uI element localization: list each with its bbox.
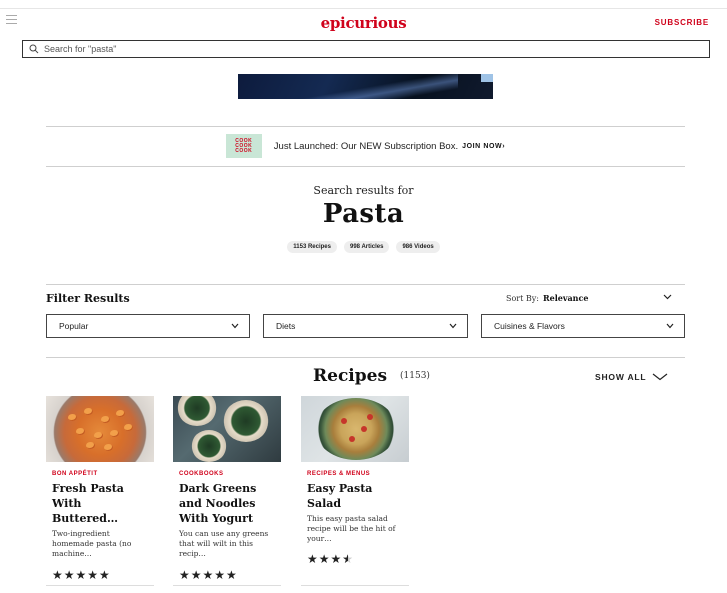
recipe-card[interactable]: COOKBOOKS Dark Greens and Noodles With Y… xyxy=(173,396,281,586)
search-icon xyxy=(29,44,39,54)
chevron-down-icon xyxy=(666,323,674,329)
rating-stars: ★★★★ xyxy=(307,552,354,566)
recipe-source[interactable]: BON APPÉTIT xyxy=(46,471,154,477)
chevron-down-icon xyxy=(449,323,457,329)
half-star-icon: ★ xyxy=(342,552,354,566)
divider xyxy=(301,585,409,586)
popular-dropdown[interactable]: Popular xyxy=(46,314,250,338)
recipe-source[interactable]: COOKBOOKS xyxy=(173,471,281,477)
divider xyxy=(46,166,685,167)
chevron-down-icon[interactable] xyxy=(663,294,672,300)
show-all-button[interactable]: SHOW ALL xyxy=(595,372,668,382)
videos-count-pill[interactable]: 986 Videos xyxy=(396,241,440,253)
recipe-description: You can use any greens that will wilt in… xyxy=(179,529,269,558)
ad-choices-icon[interactable] xyxy=(481,74,493,82)
recipe-title[interactable]: Fresh Pasta With Buttered… xyxy=(46,481,150,526)
sort-by[interactable]: Sort By: Relevance xyxy=(506,293,588,303)
top-bar: epicurious SUBSCRIBE xyxy=(0,8,727,36)
cook-box-logo: COOK COOK COOK xyxy=(225,134,262,158)
divider xyxy=(46,357,685,358)
recipe-card[interactable]: RECIPES & MENUS Easy Pasta Salad This ea… xyxy=(301,396,409,586)
rating-stars: ★★★★★ xyxy=(179,568,238,582)
recipes-count-pill[interactable]: 1153 Recipes xyxy=(287,241,337,253)
search-input[interactable] xyxy=(44,44,709,54)
cuisines-dropdown[interactable]: Cuisines & Flavors xyxy=(481,314,685,338)
sort-value: Relevance xyxy=(542,293,589,303)
recipe-description: This easy pasta salad recipe will be the… xyxy=(307,514,396,543)
ad-graphic xyxy=(298,74,458,99)
promo-text: Just Launched: Our NEW Subscription Box. xyxy=(273,140,459,152)
chevron-down-icon xyxy=(653,373,668,381)
recipe-image[interactable] xyxy=(46,396,154,462)
search-query-title: Pasta xyxy=(322,199,405,229)
recipe-image[interactable] xyxy=(173,396,281,462)
recipe-card[interactable]: BON APPÉTIT Fresh Pasta With Buttered… T… xyxy=(46,396,154,586)
result-type-pills: 1153 Recipes 998 Articles 986 Videos xyxy=(0,241,727,253)
rating-stars: ★★★★★ xyxy=(52,568,111,582)
subscribe-link[interactable]: SUBSCRIBE xyxy=(655,18,709,27)
filter-results-title: Filter Results xyxy=(46,292,130,305)
recipe-title[interactable]: Easy Pasta Salad xyxy=(301,481,405,511)
divider xyxy=(46,585,154,586)
recipe-source[interactable]: RECIPES & MENUS xyxy=(301,471,409,477)
recipe-image[interactable] xyxy=(301,396,409,462)
promo-banner[interactable]: COOK COOK COOK Just Launched: Our NEW Su… xyxy=(46,126,685,166)
results-heading: Search results for xyxy=(313,184,414,197)
divider xyxy=(46,284,685,285)
recipes-heading: Recipes xyxy=(313,366,388,386)
search-bar[interactable] xyxy=(22,40,710,58)
recipe-title[interactable]: Dark Greens and Noodles With Yogurt xyxy=(173,481,277,526)
chevron-down-icon xyxy=(231,323,239,329)
site-logo[interactable]: epicurious xyxy=(0,14,727,32)
recipes-count: (1153) xyxy=(400,371,430,381)
divider xyxy=(173,585,281,586)
join-now-link[interactable]: JOIN NOW› xyxy=(462,143,505,150)
articles-count-pill[interactable]: 998 Articles xyxy=(343,241,390,253)
ad-banner[interactable] xyxy=(238,74,493,99)
recipe-description: Two-ingredient homemade pasta (no machin… xyxy=(52,529,132,558)
diets-dropdown[interactable]: Diets xyxy=(263,314,468,338)
